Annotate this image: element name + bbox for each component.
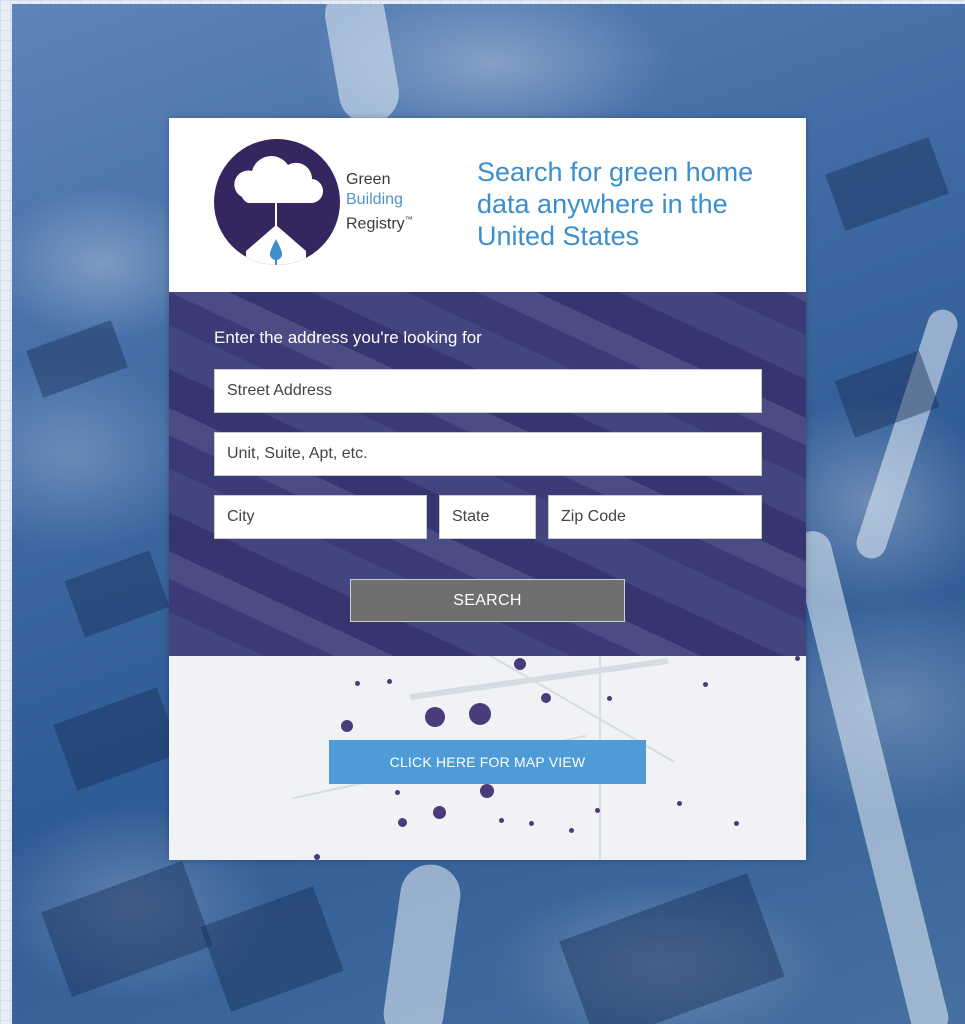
cloud-house-icon xyxy=(234,156,324,265)
search-card: Green Building Registry™ Search for gree… xyxy=(169,118,806,860)
green-building-registry-logo-icon xyxy=(214,139,340,265)
search-button[interactable]: SEARCH xyxy=(350,579,625,622)
logo-word-building: Building xyxy=(346,191,403,208)
tagline: Search for green home data anywhere in t… xyxy=(477,157,754,251)
address-prompt-label: Enter the address you're looking for xyxy=(214,328,482,347)
city-input[interactable] xyxy=(214,495,427,539)
street-address-input[interactable] xyxy=(214,369,762,413)
logo-word-green: Green xyxy=(346,171,391,188)
map-view-button[interactable]: CLICK HERE FOR MAP VIEW xyxy=(329,740,646,784)
zip-code-input[interactable] xyxy=(548,495,762,539)
logo-word-registry: Registry™ xyxy=(346,210,413,234)
logo-wordmark: Green Building Registry™ xyxy=(346,170,413,234)
trademark-symbol: ™ xyxy=(404,215,413,224)
unit-input[interactable] xyxy=(214,432,762,476)
logo-word-registry-text: Registry xyxy=(346,215,405,233)
card-header: Green Building Registry™ Search for gree… xyxy=(169,118,806,292)
state-input[interactable] xyxy=(439,495,536,539)
map-preview[interactable]: CLICK HERE FOR MAP VIEW xyxy=(169,656,806,860)
address-search-form: Enter the address you're looking for SEA… xyxy=(169,292,806,656)
